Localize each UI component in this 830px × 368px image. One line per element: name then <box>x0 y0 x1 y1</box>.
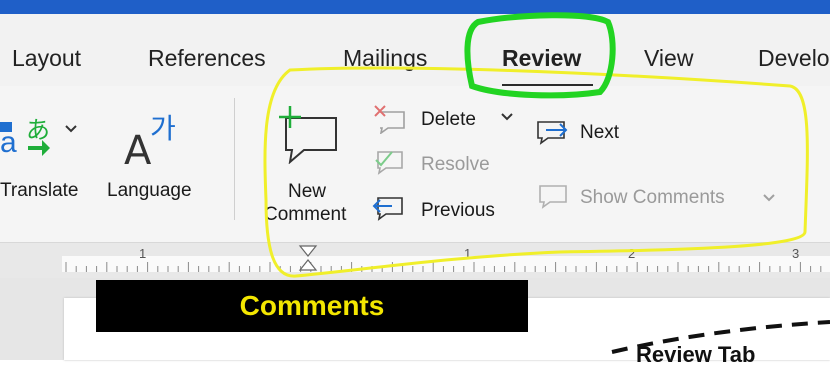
yellow-highlight-loop <box>263 66 809 278</box>
green-review-circle <box>464 12 616 99</box>
dashed-callout-arc <box>611 320 830 354</box>
annotation-overlay <box>263 12 830 354</box>
